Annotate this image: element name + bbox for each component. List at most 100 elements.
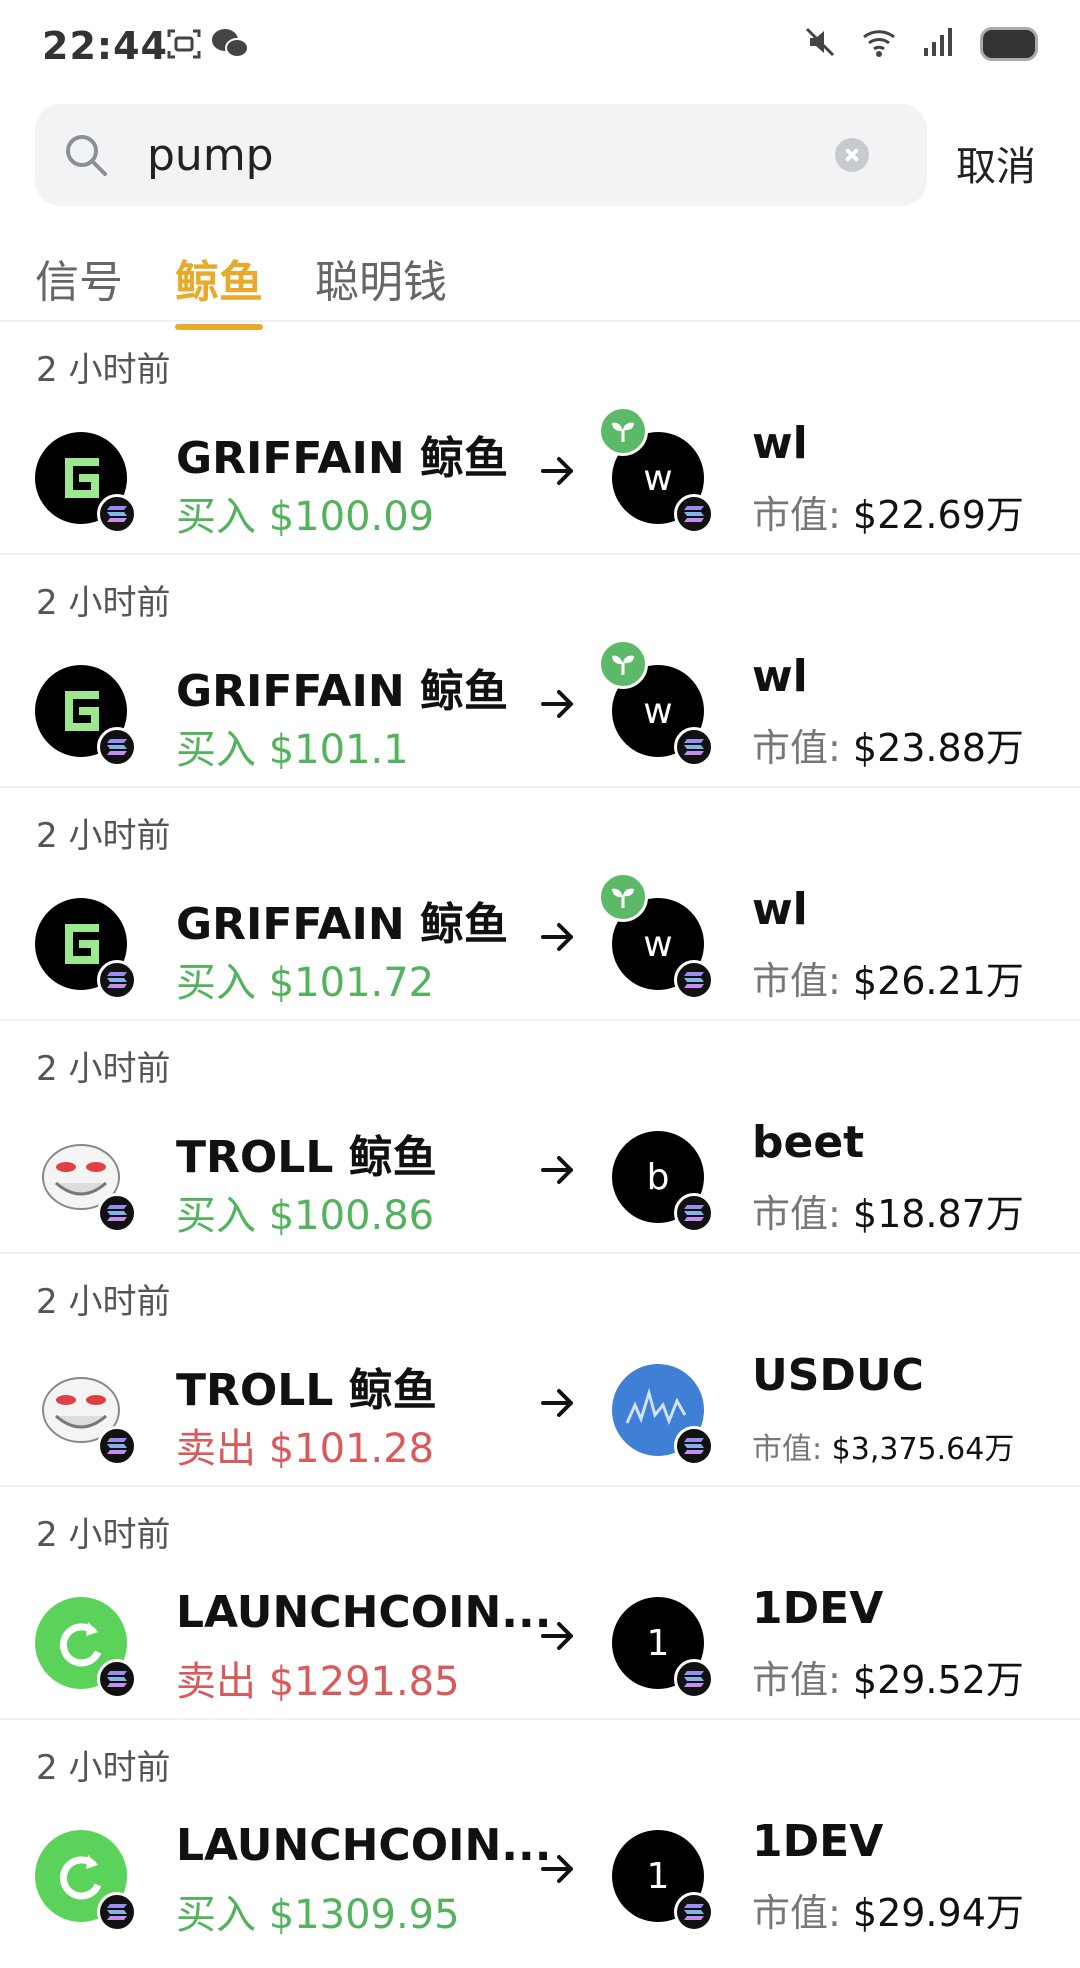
market-cap-label: 市值: [752, 1432, 823, 1467]
whale-name[interactable]: GRIFFAIN 鲸鱼 [176, 422, 508, 486]
whale-trade-row[interactable]: 2 小时前 GRIFFAIN 鲸鱼 买入 $101.1 w wl 市值: $23… [0, 555, 1080, 788]
market-cap-label: 市值: [752, 1192, 841, 1236]
market-cap: 市值: $22.69万 [752, 484, 1024, 539]
token-avatar[interactable]: 1 [612, 1830, 714, 1932]
status-time: 22:44 [42, 24, 168, 68]
arrow-right-icon [540, 1619, 578, 1657]
token-avatar[interactable]: w [598, 872, 714, 1000]
token-avatar[interactable]: 1 [612, 1597, 714, 1699]
time-label: 2 小时前 [36, 1282, 171, 1322]
trade-action: 卖出 [176, 1659, 256, 1705]
whale-trade-row[interactable]: 2 小时前 GRIFFAIN 鲸鱼 买入 $100.09 w wl 市值: $2… [0, 322, 1080, 555]
trade-action: 卖出 [176, 1426, 256, 1472]
clear-search-icon[interactable] [835, 138, 869, 172]
solana-icon [97, 494, 137, 534]
tab-bar: 信号 鲸鱼 聪明钱 [35, 246, 447, 330]
trade-amount: $101.1 [268, 727, 409, 773]
token-name[interactable]: wl [752, 418, 808, 469]
time-label: 2 小时前 [36, 816, 171, 856]
market-cap: 市值: $29.94万 [752, 1882, 1024, 1937]
trade-info: 买入 $101.1 [176, 717, 409, 775]
token-avatar[interactable]: b [612, 1131, 714, 1233]
market-cap-value: $3,375.64万 [831, 1432, 1015, 1467]
solana-icon [674, 1426, 714, 1466]
whale-trade-row[interactable]: 2 小时前 TROLL 鲸鱼 卖出 $101.28 USDUC 市值: $3,3… [0, 1254, 1080, 1487]
trade-amount: $100.86 [268, 1193, 435, 1239]
signal-icon [924, 28, 954, 60]
trade-action: 买入 [176, 727, 256, 773]
whale-avatar[interactable] [35, 432, 137, 534]
market-cap-value: $23.88万 [852, 726, 1024, 770]
wechat-icon [210, 26, 250, 66]
trade-action: 买入 [176, 494, 256, 540]
whale-name[interactable]: LAUNCHCOIN... [176, 1587, 551, 1638]
whale-avatar[interactable] [35, 1597, 137, 1699]
search-bar[interactable] [35, 104, 927, 206]
token-avatar[interactable]: w [598, 639, 714, 767]
tab-signals[interactable]: 信号 [35, 246, 123, 330]
token-avatar[interactable] [612, 1364, 714, 1466]
time-label: 2 小时前 [36, 1049, 171, 1089]
token-name[interactable]: beet [752, 1117, 864, 1168]
token-name[interactable]: USDUC [752, 1350, 924, 1401]
solana-icon [97, 1659, 137, 1699]
market-cap: 市值: $23.88万 [752, 717, 1024, 772]
solana-icon [674, 1892, 714, 1932]
sprout-icon [598, 639, 648, 689]
market-cap-label: 市值: [752, 493, 841, 537]
solana-icon [674, 494, 714, 534]
market-cap-label: 市值: [752, 1891, 841, 1935]
trade-info: 买入 $101.72 [176, 950, 434, 1008]
trade-action: 买入 [176, 1193, 256, 1239]
token-avatar[interactable]: w [598, 406, 714, 534]
solana-icon [97, 1426, 137, 1466]
search-input[interactable] [145, 122, 849, 188]
whale-name[interactable]: TROLL 鲸鱼 [176, 1121, 437, 1185]
token-name[interactable]: wl [752, 884, 808, 935]
trade-info: 买入 $1309.95 [176, 1882, 460, 1940]
time-label: 2 小时前 [36, 583, 171, 623]
solana-icon [97, 1892, 137, 1932]
status-bar: 22:44 [0, 0, 1080, 96]
trade-action: 买入 [176, 1892, 256, 1938]
whale-name[interactable]: GRIFFAIN 鲸鱼 [176, 888, 508, 952]
solana-icon [97, 960, 137, 1000]
whale-trade-row[interactable]: 2 小时前 LAUNCHCOIN... 卖出 $1291.85 1 1DEV 市… [0, 1487, 1080, 1720]
tab-whales[interactable]: 鲸鱼 [175, 246, 263, 330]
whale-avatar[interactable] [35, 665, 137, 767]
whale-avatar[interactable] [35, 1364, 137, 1466]
market-cap: 市值: $3,375.64万 [752, 1424, 1014, 1468]
whale-trade-row[interactable]: 2 小时前 LAUNCHCOIN... 买入 $1309.95 1 1DEV 市… [0, 1720, 1080, 1953]
solana-icon [674, 960, 714, 1000]
whale-name[interactable]: TROLL 鲸鱼 [176, 1354, 437, 1418]
arrow-right-icon [540, 1852, 578, 1890]
trade-info: 买入 $100.09 [176, 484, 434, 542]
market-cap-label: 市值: [752, 726, 841, 770]
whale-name[interactable]: GRIFFAIN 鲸鱼 [176, 655, 508, 719]
solana-icon [674, 727, 714, 767]
whale-avatar[interactable] [35, 1830, 137, 1932]
arrow-right-icon [540, 1386, 578, 1424]
token-name[interactable]: 1DEV [752, 1816, 883, 1867]
trade-amount: $101.72 [268, 960, 435, 1006]
whale-name[interactable]: LAUNCHCOIN... [176, 1820, 551, 1871]
trade-info: 卖出 $1291.85 [176, 1649, 460, 1707]
market-cap-value: $18.87万 [852, 1192, 1024, 1236]
screenshot-icon [166, 26, 202, 66]
cancel-button[interactable]: 取消 [956, 134, 1036, 192]
tab-smart-money[interactable]: 聪明钱 [315, 246, 447, 330]
whale-trade-row[interactable]: 2 小时前 GRIFFAIN 鲸鱼 买入 $101.72 w wl 市值: $2… [0, 788, 1080, 1021]
sprout-icon [598, 406, 648, 456]
whale-avatar[interactable] [35, 898, 137, 1000]
battery-icon [980, 27, 1038, 61]
whale-trade-row[interactable]: 2 小时前 TROLL 鲸鱼 买入 $100.86 b beet 市值: $18… [0, 1021, 1080, 1254]
trade-action: 买入 [176, 960, 256, 1006]
market-cap-label: 市值: [752, 959, 841, 1003]
arrow-right-icon [540, 920, 578, 958]
token-name[interactable]: 1DEV [752, 1583, 883, 1634]
trade-amount: $1291.85 [268, 1659, 460, 1705]
token-name[interactable]: wl [752, 651, 808, 702]
whale-avatar[interactable] [35, 1131, 137, 1233]
market-cap: 市值: $26.21万 [752, 950, 1024, 1005]
market-cap: 市值: $29.52万 [752, 1649, 1024, 1704]
